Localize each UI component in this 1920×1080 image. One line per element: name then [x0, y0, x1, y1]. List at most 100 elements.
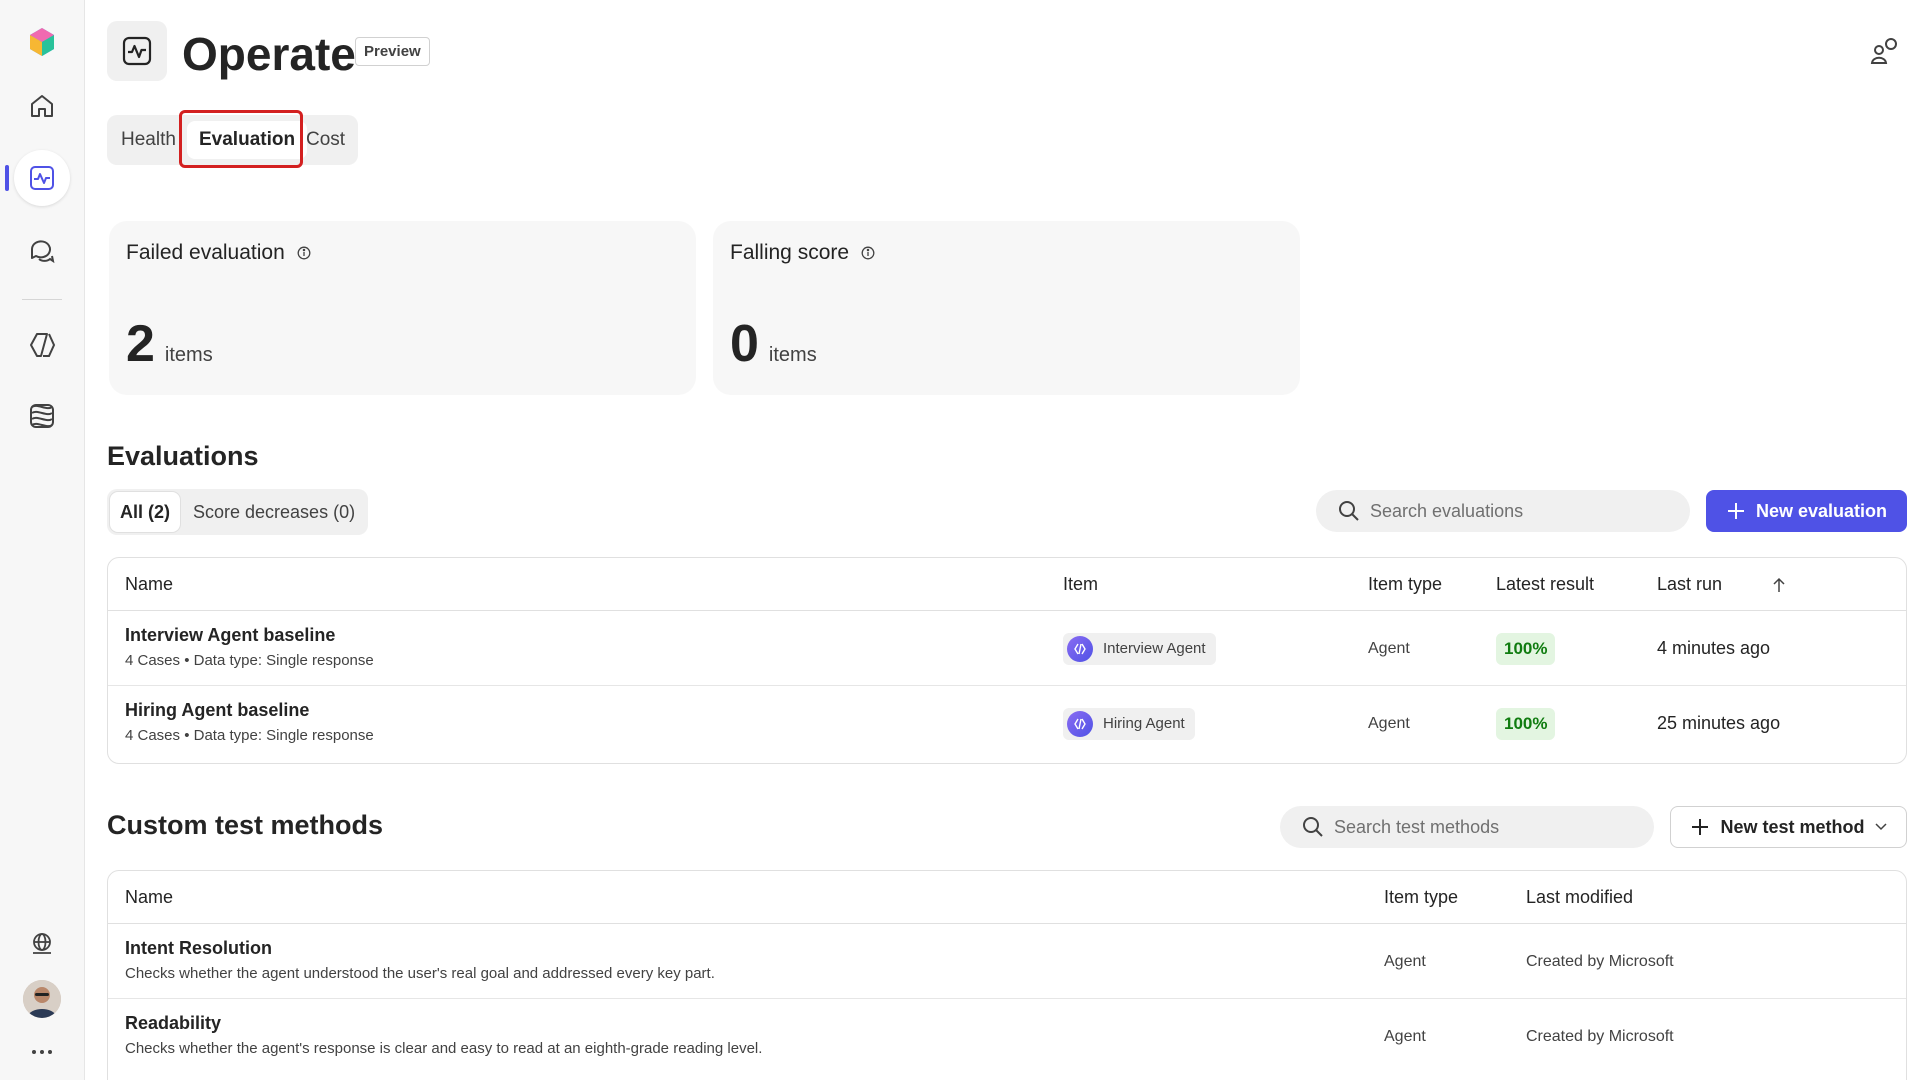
tab-evaluation[interactable]: Evaluation: [187, 121, 308, 159]
agent-icon[interactable]: [14, 317, 70, 373]
column-item-type[interactable]: Item type: [1384, 871, 1458, 924]
card-count: 0: [730, 315, 759, 373]
new-evaluation-button[interactable]: New evaluation: [1706, 490, 1907, 532]
result-cell: 100%: [1496, 611, 1556, 686]
evaluations-heading: Evaluations: [107, 441, 259, 471]
column-last-run[interactable]: Last run: [1657, 558, 1722, 611]
column-latest-result[interactable]: Latest result: [1496, 558, 1594, 611]
item-type-cell: Agent: [1368, 714, 1410, 732]
chat-icon[interactable]: [14, 222, 70, 278]
app-logo-icon[interactable]: [14, 14, 70, 70]
modified-cell: Created by Microsoft: [1526, 1027, 1674, 1045]
result-badge: 100%: [1496, 707, 1556, 740]
row-name: Readability Checks whether the agent's r…: [125, 1011, 762, 1059]
tab-health[interactable]: Health: [121, 115, 176, 165]
column-item-type[interactable]: Item type: [1368, 558, 1442, 611]
custom-methods-heading: Custom test methods: [107, 810, 384, 840]
item-label: Interview Agent: [1103, 640, 1206, 657]
button-label: New evaluation: [1755, 500, 1888, 521]
card-title: Falling score: [730, 241, 850, 264]
table-row[interactable]: Intent Resolution Checks whether the age…: [108, 924, 1906, 999]
card-header: Falling score: [730, 241, 875, 265]
custom-methods-table: Name Item type Last modified Intent Reso…: [107, 870, 1907, 1080]
agent-icon: [1067, 710, 1093, 737]
card-value: 0 items: [730, 313, 817, 375]
filter-all[interactable]: All (2): [110, 492, 181, 532]
card-unit: items: [164, 344, 213, 366]
column-last-modified[interactable]: Last modified: [1526, 871, 1633, 924]
home-icon[interactable]: [14, 78, 70, 134]
operate-icon[interactable]: [14, 150, 70, 206]
preview-badge: Preview: [355, 37, 430, 66]
item-label: Hiring Agent: [1103, 715, 1185, 732]
last-run-cell: 4 minutes ago: [1657, 638, 1771, 658]
search-icon: [1303, 817, 1323, 837]
table-header: Name Item type Last modified: [108, 871, 1906, 924]
model-icon[interactable]: [14, 388, 70, 444]
table-row[interactable]: Readability Checks whether the agent's r…: [108, 999, 1906, 1074]
card-header: Failed evaluation: [126, 241, 311, 265]
search-icon: [1339, 501, 1359, 521]
item-cell: Interview Agent: [1063, 611, 1216, 686]
table-row[interactable]: Interview Agent baseline 4 Cases • Data …: [108, 611, 1906, 686]
left-rail: [0, 0, 85, 1080]
info-icon[interactable]: [297, 246, 311, 260]
item-cell: Hiring Agent: [1063, 686, 1195, 761]
feedback-icon[interactable]: [1868, 34, 1902, 68]
search-input[interactable]: [1334, 816, 1614, 838]
globe-icon[interactable]: [14, 916, 70, 972]
card-value: 2 items: [126, 313, 213, 375]
table-row[interactable]: Hiring Agent baseline 4 Cases • Data typ…: [108, 686, 1906, 761]
table-header: Name Item Item type Latest result Last r…: [108, 558, 1906, 611]
row-subtitle: Checks whether the agent understood the …: [125, 965, 715, 982]
row-title[interactable]: Intent Resolution: [125, 936, 715, 960]
row-name: Interview Agent baseline 4 Cases • Data …: [125, 623, 374, 671]
row-name: Intent Resolution Checks whether the age…: [125, 936, 715, 984]
card-unit: items: [768, 344, 817, 366]
page-icon: [107, 21, 167, 81]
rail-divider: [22, 299, 62, 300]
item-type-cell: Agent: [1368, 639, 1410, 657]
column-item[interactable]: Item: [1063, 558, 1098, 611]
row-title[interactable]: Interview Agent baseline: [125, 623, 374, 647]
modified-cell: Created by Microsoft: [1526, 952, 1674, 970]
row-subtitle: 4 Cases • Data type: Single response: [125, 727, 374, 744]
plus-icon: [1727, 503, 1744, 519]
button-label: New test method: [1720, 816, 1865, 837]
item-type-cell: Agent: [1384, 952, 1426, 970]
active-indicator: [5, 165, 9, 191]
falling-score-card[interactable]: Falling score 0 items: [713, 221, 1300, 395]
result-badge: 100%: [1496, 632, 1556, 665]
row-name: Hiring Agent baseline 4 Cases • Data typ…: [125, 698, 374, 746]
tab-cost[interactable]: Cost: [306, 115, 345, 165]
card-count: 2: [126, 315, 155, 373]
filter-score-decreases[interactable]: Score decreases (0): [193, 489, 355, 535]
item-type-cell: Agent: [1384, 1027, 1426, 1045]
row-subtitle: 4 Cases • Data type: Single response: [125, 652, 374, 669]
page-title: Operate: [182, 28, 356, 80]
card-title: Failed evaluation: [126, 241, 285, 264]
chevron-down-icon: [1874, 823, 1887, 831]
evaluations-table: Name Item Item type Latest result Last r…: [107, 557, 1907, 764]
row-title[interactable]: Hiring Agent baseline: [125, 698, 374, 722]
tab-bar: Health Evaluation Cost: [107, 115, 358, 165]
more-icon[interactable]: [14, 1024, 70, 1080]
last-run-cell: 25 minutes ago: [1657, 713, 1781, 733]
info-icon[interactable]: [861, 246, 875, 260]
failed-evaluation-card[interactable]: Failed evaluation 2 items: [109, 221, 696, 395]
search-test-methods: [1280, 806, 1654, 848]
new-test-method-button[interactable]: New test method: [1670, 806, 1907, 848]
row-subtitle: Checks whether the agent's response is c…: [125, 1040, 763, 1057]
search-input[interactable]: [1370, 500, 1650, 522]
item-chip[interactable]: Hiring Agent: [1063, 707, 1195, 740]
item-chip[interactable]: Interview Agent: [1063, 632, 1216, 665]
column-name[interactable]: Name: [125, 871, 173, 924]
plus-icon: [1692, 819, 1709, 835]
result-cell: 100%: [1496, 686, 1556, 761]
search-evaluations: [1316, 490, 1690, 532]
evaluation-filter: All (2) Score decreases (0): [107, 489, 368, 535]
avatar[interactable]: [23, 980, 61, 1018]
row-title[interactable]: Readability: [125, 1011, 762, 1035]
sort-arrow-up-icon[interactable]: [1772, 577, 1786, 593]
column-name[interactable]: Name: [125, 558, 173, 611]
